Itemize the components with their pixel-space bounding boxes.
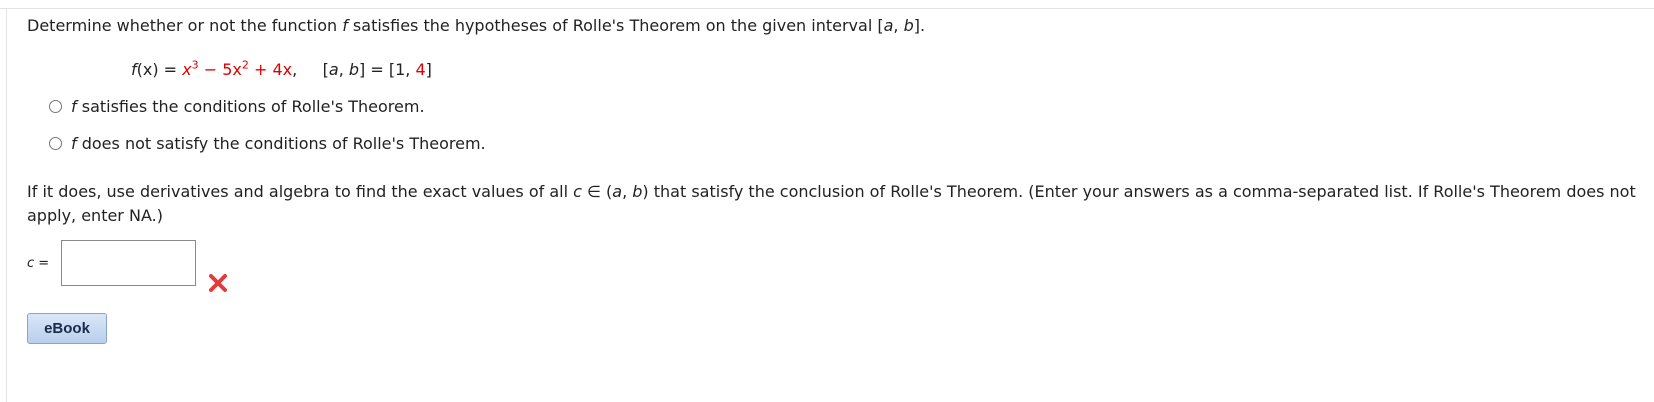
radio-satisfies[interactable] [49, 100, 62, 113]
left-border [6, 8, 7, 402]
option-satisfies[interactable]: f satisfies the conditions of Rolle's Th… [49, 97, 425, 116]
question-intro: Determine whether or not the function f … [27, 16, 926, 35]
radio-does-not-satisfy[interactable] [49, 137, 62, 150]
answer-input[interactable] [61, 240, 196, 286]
option-does-not-satisfy[interactable]: f does not satisfy the conditions of Rol… [49, 134, 486, 153]
term-cubic: x3 [182, 58, 199, 79]
function-equation: f(x) = x3 − 5x2 + 4x, [a, b] = [1, 4] [131, 58, 432, 79]
followup-instructions: If it does, use derivatives and algebra … [27, 182, 1636, 225]
term-quadratic: − 5x2 [198, 58, 249, 79]
answer-label: c = [27, 256, 50, 271]
interval-end-value: 4 [415, 60, 426, 79]
term-linear: + 4x [248, 60, 293, 79]
incorrect-x-icon [209, 274, 227, 292]
ebook-button[interactable]: eBook [27, 313, 107, 344]
top-border [0, 8, 1654, 9]
